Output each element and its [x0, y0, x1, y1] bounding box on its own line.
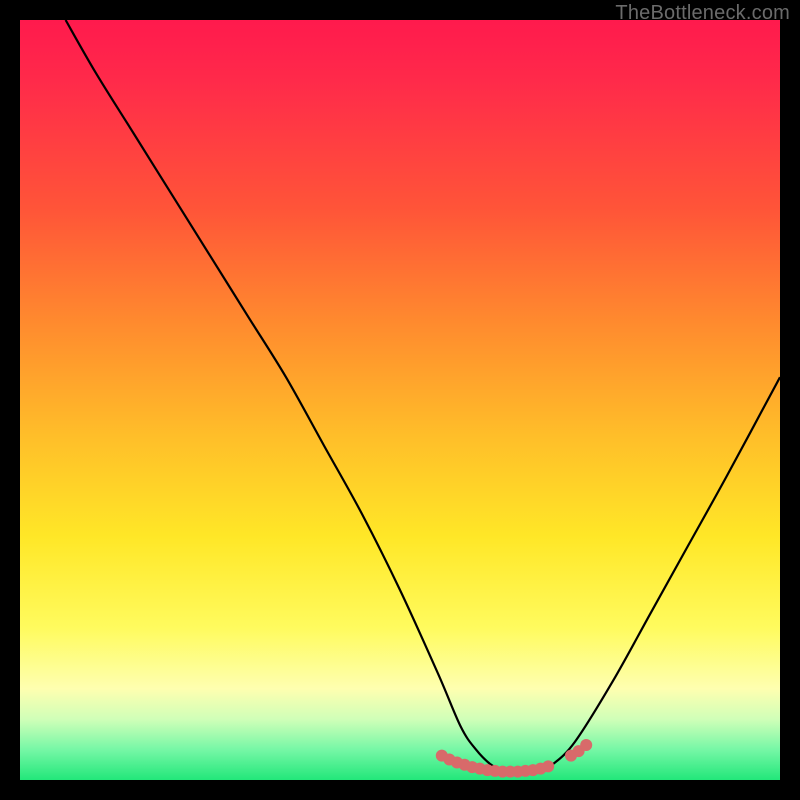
curve-layer — [20, 20, 780, 780]
bottleneck-curve — [66, 20, 780, 773]
attribution-label: TheBottleneck.com — [615, 2, 790, 25]
highlight-segment-right-dot — [580, 739, 592, 751]
highlight-segment-left-dot — [542, 760, 554, 772]
chart-frame: TheBottleneck.com — [0, 0, 800, 800]
plot-area — [20, 20, 780, 780]
